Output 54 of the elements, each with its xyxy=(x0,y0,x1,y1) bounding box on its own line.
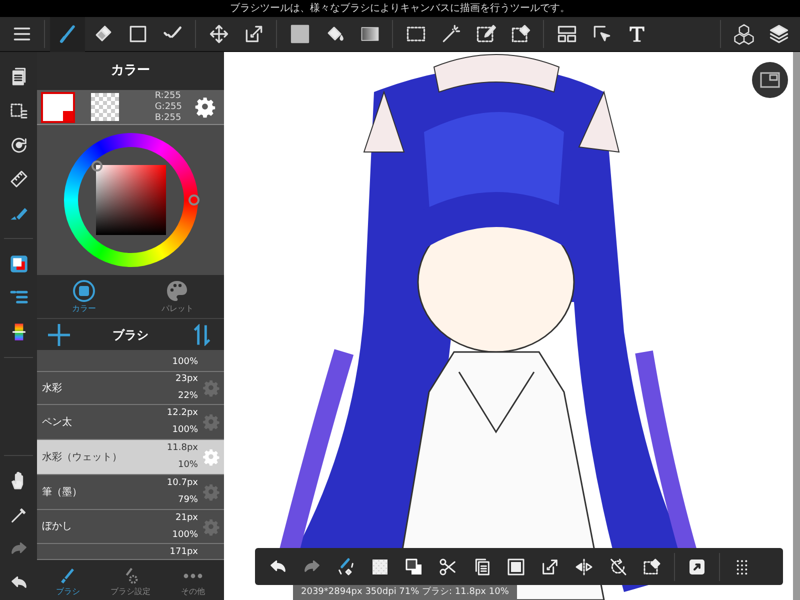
rgb-value: R:255 xyxy=(154,90,182,102)
sort-icon xyxy=(191,324,213,346)
settings-icon xyxy=(202,518,220,536)
move-icon xyxy=(208,23,230,45)
rgb-value: G:255 xyxy=(154,102,182,112)
transparent-icon xyxy=(370,556,390,576)
settings-icon xyxy=(202,413,220,431)
share-icon xyxy=(687,556,707,576)
panel-tab[interactable]: その他 xyxy=(162,560,224,600)
scissors-icon xyxy=(438,556,458,576)
status-text: 2039*2894px 350dpi 71% ブラシ: 11.8px 10% xyxy=(293,585,517,600)
color-swatch-icon xyxy=(8,254,28,274)
resize-icon xyxy=(540,556,560,576)
brush-item[interactable]: 100% xyxy=(37,350,224,372)
plus-icon xyxy=(48,324,70,346)
scrollbar[interactable] xyxy=(793,52,800,600)
color-square-icon xyxy=(288,23,310,45)
selection-eraser-icon xyxy=(510,23,532,45)
selection-eraser-icon xyxy=(642,556,662,576)
panel-tab[interactable]: パレット xyxy=(130,275,224,318)
brush-item[interactable]: ぼかし 21px 100% xyxy=(37,510,224,544)
settings-icon xyxy=(202,483,220,501)
background-color-swatch[interactable] xyxy=(91,93,119,121)
brush-item[interactable]: 171px xyxy=(37,544,224,560)
settings-icon xyxy=(202,448,220,466)
ruler-icon xyxy=(8,169,28,189)
flip-icon xyxy=(574,556,594,576)
color-icon xyxy=(72,279,96,303)
brush-item[interactable]: 水彩（ウェット） 11.8px 10% xyxy=(37,440,224,475)
cubes-icon xyxy=(732,23,754,45)
selection-list-icon xyxy=(8,101,28,121)
panel-tab[interactable]: ブラシ設定 xyxy=(99,560,162,600)
layers-icon xyxy=(768,23,790,45)
navigator-icon xyxy=(760,72,780,88)
brush-swap-icon xyxy=(336,556,356,576)
more-icon xyxy=(182,573,203,579)
settings-icon xyxy=(202,379,220,397)
rotate-icon xyxy=(8,135,28,155)
selection-pen-icon xyxy=(474,23,496,45)
rotation-off-icon xyxy=(608,556,628,576)
brush-item[interactable]: ペン太 12.2px 100% xyxy=(37,405,224,440)
brush-item[interactable]: 筆（墨） 10.7px 79% xyxy=(37,475,224,510)
rgb-value: B:255 xyxy=(154,112,182,124)
palette-icon xyxy=(165,279,190,303)
brush-button[interactable] xyxy=(50,16,85,52)
crop-frame-icon xyxy=(506,556,526,576)
layout-icon xyxy=(556,23,578,45)
brush-item[interactable]: 水彩 23px 22% xyxy=(37,372,224,405)
color-swap-icon xyxy=(404,556,424,576)
panel-title: カラー xyxy=(110,62,151,80)
panel-tab[interactable]: カラー xyxy=(37,275,130,318)
panel-tab[interactable]: ブラシ xyxy=(37,560,100,600)
foreground-color-swatch[interactable] xyxy=(41,92,75,122)
panel-title: ブラシ xyxy=(112,326,150,344)
